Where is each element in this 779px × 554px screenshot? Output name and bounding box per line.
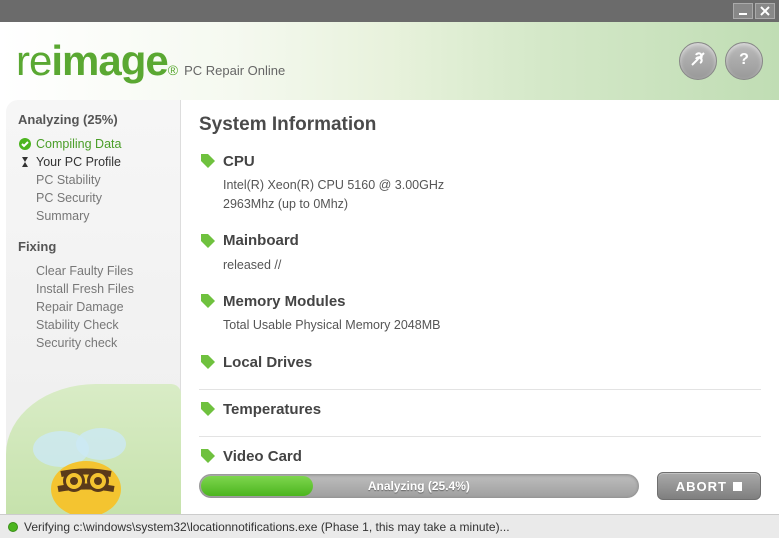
section-local-drives: Local Drives <box>199 353 761 371</box>
progress-label: Analyzing (25.4%) <box>199 474 639 498</box>
status-bar: Verifying c:\windows\system32\locationno… <box>0 514 779 538</box>
section-cpu: CPU Intel(R) Xeon(R) CPU 5160 @ 3.00GHz … <box>199 152 761 214</box>
memory-info: Total Usable Physical Memory 2048MB <box>223 316 761 335</box>
progress-bar: Analyzing (25.4%) <box>199 474 639 498</box>
logo-suffix: image <box>51 37 167 85</box>
sidebar-item-label: Repair Damage <box>36 300 124 314</box>
logo-registered: ® <box>168 62 178 78</box>
abort-label: ABORT <box>676 479 727 494</box>
sidebar-item-label: Your PC Profile <box>36 155 121 169</box>
header: reimage® PC Repair Online ? <box>0 22 779 100</box>
section-heading: Mainboard <box>223 232 299 249</box>
main-content: System Information CPU Intel(R) Xeon(R) … <box>181 100 779 514</box>
sidebar-item-label: Stability Check <box>36 318 119 332</box>
section-temperatures: Temperatures <box>199 400 761 418</box>
minimize-button[interactable] <box>733 3 753 19</box>
sidebar-item-label: Install Fresh Files <box>36 282 134 296</box>
sidebar-item-stability-check[interactable]: Stability Check <box>18 316 180 334</box>
sidebar-item-your-pc-profile[interactable]: Your PC Profile <box>18 153 180 171</box>
bee-icon <box>26 409 146 514</box>
tag-icon <box>199 400 217 418</box>
status-dot-icon <box>8 522 18 532</box>
divider <box>199 436 761 437</box>
sidebar-item-compiling-data[interactable]: Compiling Data <box>18 135 180 153</box>
logo-prefix: re <box>16 37 51 85</box>
sidebar-item-summary[interactable]: Summary <box>18 207 180 225</box>
section-video-card: Video Card <box>199 447 761 465</box>
sidebar-analyzing-list: Compiling Data Your PC Profile PC Stabil… <box>18 135 180 225</box>
sidebar-item-label: Compiling Data <box>36 137 121 151</box>
section-heading: Memory Modules <box>223 293 346 310</box>
question-icon: ? <box>734 49 754 74</box>
cpu-speed: 2963Mhz (up to 0Mhz) <box>223 195 761 214</box>
tag-icon <box>199 232 217 250</box>
svg-text:?: ? <box>739 51 749 68</box>
sidebar-fixing-list: Clear Faulty Files Install Fresh Files R… <box>18 262 180 352</box>
sidebar-item-label: Security check <box>36 336 117 350</box>
check-icon <box>18 137 32 151</box>
tag-icon <box>199 353 217 371</box>
sidebar-item-install-fresh-files[interactable]: Install Fresh Files <box>18 280 180 298</box>
section-heading: Video Card <box>223 448 302 465</box>
hourglass-icon <box>18 155 32 169</box>
tools-icon <box>688 49 708 74</box>
section-memory: Memory Modules Total Usable Physical Mem… <box>199 292 761 335</box>
tag-icon <box>199 447 217 465</box>
sidebar: Analyzing (25%) Compiling Data Your PC P… <box>6 100 181 514</box>
stop-icon <box>733 482 742 491</box>
settings-button[interactable] <box>679 42 717 80</box>
status-text: Verifying c:\windows\system32\locationno… <box>24 520 510 534</box>
sidebar-analyzing-heading: Analyzing (25%) <box>18 112 180 127</box>
mainboard-info: released // <box>223 256 761 275</box>
section-mainboard: Mainboard released // <box>199 232 761 275</box>
mascot-area <box>6 384 181 514</box>
section-heading: Local Drives <box>223 354 312 371</box>
abort-button[interactable]: ABORT <box>657 472 761 500</box>
tag-icon <box>199 292 217 310</box>
section-heading: Temperatures <box>223 401 321 418</box>
sidebar-fixing-heading: Fixing <box>18 239 180 254</box>
page-title: System Information <box>199 114 761 136</box>
sidebar-item-clear-faulty-files[interactable]: Clear Faulty Files <box>18 262 180 280</box>
close-button[interactable] <box>755 3 775 19</box>
logo-tagline: PC Repair Online <box>184 63 285 78</box>
section-heading: CPU <box>223 153 255 170</box>
sidebar-item-label: Summary <box>36 209 89 223</box>
divider <box>199 389 761 390</box>
sidebar-item-pc-security[interactable]: PC Security <box>18 189 180 207</box>
title-bar <box>0 0 779 22</box>
sidebar-item-repair-damage[interactable]: Repair Damage <box>18 298 180 316</box>
sidebar-item-label: PC Stability <box>36 173 101 187</box>
help-button[interactable]: ? <box>725 42 763 80</box>
sidebar-item-label: Clear Faulty Files <box>36 264 133 278</box>
logo: reimage® PC Repair Online <box>16 37 285 85</box>
sidebar-item-label: PC Security <box>36 191 102 205</box>
sidebar-item-pc-stability[interactable]: PC Stability <box>18 171 180 189</box>
sidebar-item-security-check[interactable]: Security check <box>18 334 180 352</box>
tag-icon <box>199 152 217 170</box>
cpu-model: Intel(R) Xeon(R) CPU 5160 @ 3.00GHz <box>223 176 761 195</box>
